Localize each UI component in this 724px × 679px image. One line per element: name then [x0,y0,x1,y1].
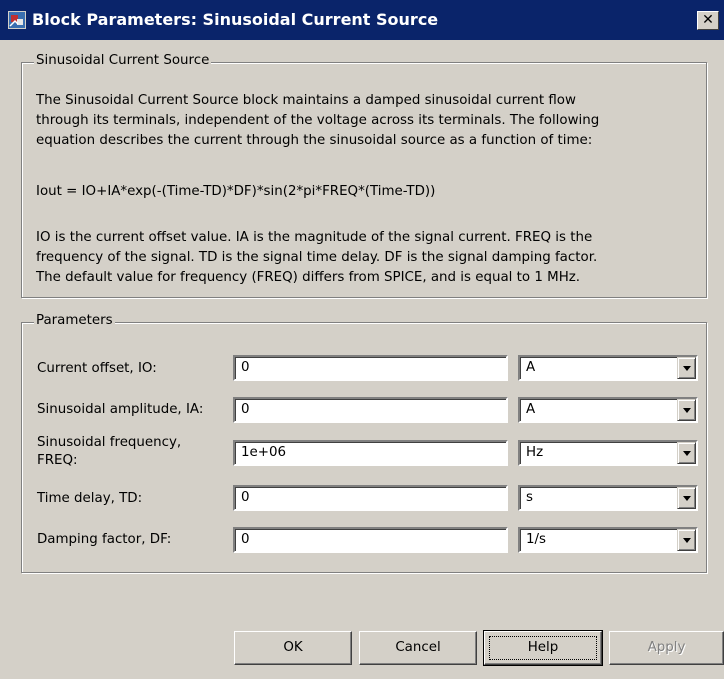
time-delay-field[interactable]: 0 [233,485,508,511]
sinusoidal-frequency-field[interactable]: 1e+06 [233,440,508,466]
apply-button[interactable]: Apply [609,631,724,665]
focus-ring [489,636,597,660]
chevron-down-icon[interactable] [677,487,696,509]
chevron-down-icon[interactable] [677,357,696,379]
damping-factor-unit-select[interactable]: 1/s [518,527,698,553]
sinusoidal-frequency-unit-select[interactable]: Hz [518,440,698,466]
close-icon: ✕ [702,12,714,28]
current-offset-unit-value: A [526,360,536,375]
window-title: Block Parameters: Sinusoidal Current Sou… [32,10,439,29]
description-paragraph-2: IO is the current offset value. IA is th… [36,230,598,285]
cancel-button[interactable]: Cancel [359,631,477,665]
description-equation: Iout = IO+IA*exp(-(Time-TD)*DF)*sin(2*pi… [36,184,436,199]
description-legend: Sinusoidal Current Source [34,53,212,68]
current-offset-field[interactable]: 0 [233,355,508,381]
chevron-down-icon[interactable] [677,529,696,551]
sinusoidal-amplitude-field[interactable]: 0 [233,397,508,423]
sinusoidal-amplitude-unit-select[interactable]: A [518,397,698,423]
ok-button[interactable]: OK [234,631,352,665]
sinusoidal-amplitude-label: Sinusoidal amplitude, IA: [37,402,204,417]
time-delay-unit-select[interactable]: s [518,485,698,511]
current-offset-unit-select[interactable]: A [518,355,698,381]
description-paragraph-1: The Sinusoidal Current Source block main… [36,93,600,148]
simulink-block-icon [8,11,26,29]
time-delay-unit-value: s [526,490,533,505]
damping-factor-field[interactable]: 0 [233,527,508,553]
chevron-down-icon[interactable] [677,399,696,421]
sinusoidal-frequency-label: Sinusoidal frequency, FREQ: [37,435,182,468]
damping-factor-label: Damping factor, DF: [37,532,172,547]
current-offset-label: Current offset, IO: [37,361,157,376]
title-bar[interactable]: Block Parameters: Sinusoidal Current Sou… [0,0,724,40]
damping-factor-unit-value: 1/s [526,532,547,547]
close-button[interactable]: ✕ [697,11,719,30]
sinusoidal-frequency-unit-value: Hz [526,445,544,460]
time-delay-label: Time delay, TD: [37,491,143,506]
sinusoidal-amplitude-unit-value: A [526,402,536,417]
help-button[interactable]: Help [483,630,603,666]
parameters-legend: Parameters [34,313,115,328]
chevron-down-icon[interactable] [677,442,696,464]
